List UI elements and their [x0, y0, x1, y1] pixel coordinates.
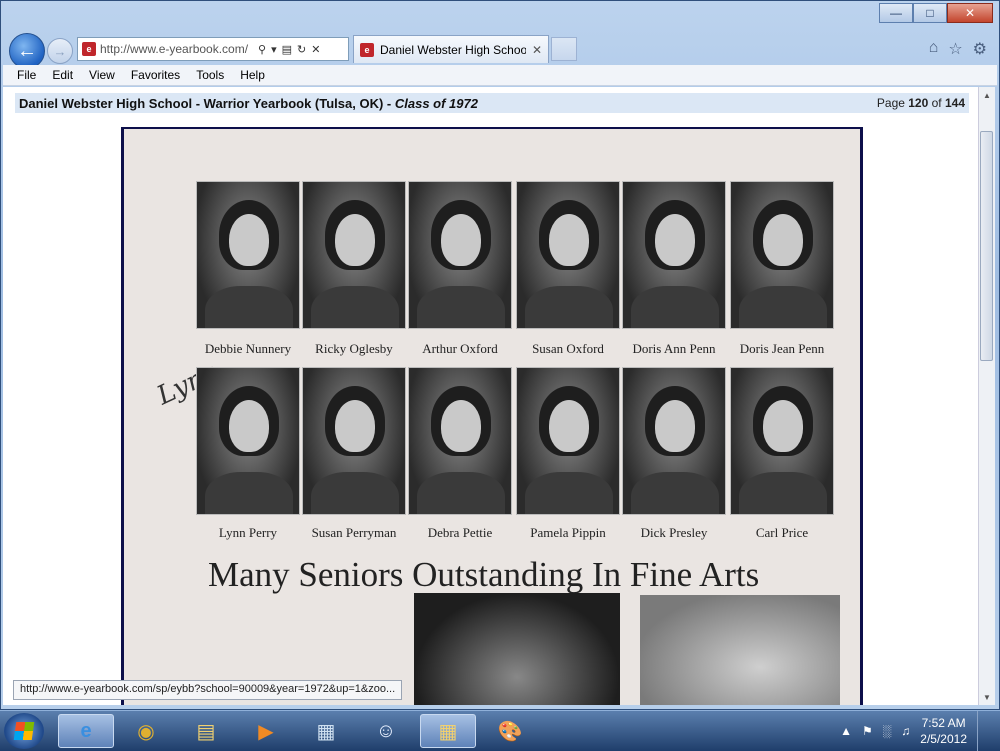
page-title: Daniel Webster High School - Warrior Yea…: [19, 96, 478, 111]
stop-icon[interactable]: ✕: [311, 43, 320, 56]
favorites-star-icon[interactable]: ☆: [948, 39, 962, 59]
yearbook-title: Daniel Webster High School - Warrior Yea…: [19, 95, 395, 111]
page-total: 144: [944, 96, 965, 110]
volume-icon[interactable]: ♫: [901, 724, 910, 738]
menu-bar: File Edit View Favorites Tools Help: [3, 65, 997, 86]
student-name: Carl Price: [755, 525, 809, 540]
page-current: 120: [908, 96, 929, 110]
menu-view[interactable]: View: [89, 68, 115, 82]
media-player-taskbar-button[interactable]: ▶: [238, 714, 294, 748]
portrait-photo: [730, 367, 834, 515]
menu-favorites[interactable]: Favorites: [131, 68, 180, 82]
section-headline: Many Seniors Outstanding In Fine Arts: [208, 555, 760, 594]
menu-file[interactable]: File: [17, 68, 36, 82]
show-hidden-icons-icon[interactable]: ▲: [840, 724, 852, 738]
browser-window: — □ ✕ ← → e http://www.e-yearbook.com/ ⚲…: [0, 0, 1000, 710]
new-tab-button[interactable]: [551, 37, 577, 61]
show-desktop-button[interactable]: [977, 711, 990, 751]
arrow-right-icon: →: [53, 43, 67, 59]
page-content: Daniel Webster High School - Warrior Yea…: [3, 87, 979, 705]
scrollbar-thumb[interactable]: [980, 131, 993, 361]
address-bar[interactable]: e http://www.e-yearbook.com/ ⚲ ▾ ▤ ↻ ✕: [77, 37, 349, 61]
menu-help[interactable]: Help: [240, 68, 265, 82]
close-window-button[interactable]: ✕: [947, 3, 993, 23]
portrait-photo: [622, 367, 726, 515]
chrome-taskbar-button[interactable]: ◉: [118, 714, 174, 748]
tab-title: Daniel Webster High Schoo...: [380, 42, 526, 57]
tab-active[interactable]: e Daniel Webster High Schoo... ✕: [353, 35, 549, 63]
class-label: Class of 1972: [394, 95, 478, 111]
portrait-photo: [408, 367, 512, 515]
address-input[interactable]: http://www.e-yearbook.com/: [100, 42, 252, 56]
trumpet-player-photo: [640, 595, 840, 705]
navigation-bar: ← → e http://www.e-yearbook.com/ ⚲ ▾ ▤ ↻…: [9, 33, 991, 69]
clock[interactable]: 7:52 AM 2/5/2012: [920, 715, 967, 747]
home-icon[interactable]: ⌂: [929, 39, 939, 59]
site-favicon-icon: e: [82, 42, 96, 56]
vertical-scrollbar[interactable]: ▲ ▼: [978, 87, 995, 705]
start-button[interactable]: [4, 713, 44, 749]
page-indicator: Page 120 of 144: [877, 96, 965, 110]
window-controls: — □ ✕: [879, 3, 993, 23]
file-explorer-icon: ▦: [438, 720, 458, 743]
search-icon[interactable]: ⚲: [258, 43, 266, 56]
calculator-icon: ▦: [316, 720, 336, 743]
folder-icon: ▤: [196, 720, 216, 743]
menu-tools[interactable]: Tools: [196, 68, 224, 82]
address-icons: ⚲ ▾ ▤ ↻ ✕: [258, 43, 320, 56]
scroll-down-icon[interactable]: ▼: [979, 689, 995, 705]
portrait-photo: [196, 367, 300, 515]
portrait-photo: [408, 181, 512, 329]
refresh-icon[interactable]: ↻: [297, 43, 306, 56]
tab-favicon-icon: e: [360, 42, 374, 57]
forward-button[interactable]: →: [47, 38, 73, 64]
status-bar-url: http://www.e-yearbook.com/sp/eybb?school…: [13, 680, 403, 700]
page-prefix: Page: [876, 96, 909, 110]
portrait-photo: [516, 367, 620, 515]
scroll-up-icon[interactable]: ▲: [979, 87, 995, 103]
action-center-flag-icon[interactable]: ⚑: [862, 724, 873, 738]
portrait-photo: [196, 181, 300, 329]
internet-explorer-taskbar-button[interactable]: e: [58, 714, 114, 748]
paint-taskbar-button[interactable]: 🎨: [482, 714, 538, 748]
arrow-left-icon: ←: [17, 39, 37, 62]
calculator-taskbar-button[interactable]: ▦: [298, 714, 354, 748]
back-button[interactable]: ←: [9, 33, 45, 69]
media-player-icon: ▶: [258, 720, 274, 743]
portrait-photo: [302, 367, 406, 515]
taskbar: e ◉ ▤ ▶ ▦ ☺ ▦ 🎨 ▲ ⚑ ░ ♫ 7:52 AM 2/5/2012: [0, 710, 1000, 751]
messenger-icon: ☺: [375, 719, 397, 742]
yearbook-header: Daniel Webster High School - Warrior Yea…: [15, 93, 969, 113]
minimize-button[interactable]: —: [879, 3, 913, 23]
explorer-taskbar-button[interactable]: ▦: [420, 714, 476, 748]
chrome-icon: ◉: [137, 720, 155, 743]
compatibility-view-icon[interactable]: ▤: [282, 43, 292, 56]
page-of: of: [928, 96, 945, 110]
folder-taskbar-button[interactable]: ▤: [178, 714, 234, 748]
portrait-photo: [302, 181, 406, 329]
menu-edit[interactable]: Edit: [52, 68, 73, 82]
network-signal-icon[interactable]: ░: [883, 724, 892, 738]
toolbar-icons: ⌂ ☆ ⚙: [929, 39, 987, 59]
paint-icon: 🎨: [497, 720, 523, 743]
messenger-taskbar-button[interactable]: ☺: [358, 714, 414, 748]
system-tray: ▲ ⚑ ░ ♫ 7:52 AM 2/5/2012: [840, 711, 1000, 751]
maximize-button[interactable]: □: [913, 3, 947, 23]
yearbook-page-scan[interactable]: Debbie Nunnery Ricky Oglesby Arthur Oxfo…: [121, 127, 863, 705]
settings-gear-icon[interactable]: ⚙: [973, 39, 987, 59]
tab-close-icon[interactable]: ✕: [532, 43, 542, 57]
windows-logo-icon: [13, 722, 35, 740]
portrait-photo: [622, 181, 726, 329]
dropdown-icon[interactable]: ▾: [271, 43, 277, 56]
portrait-photo: [730, 181, 834, 329]
student-name: Doris Jean Penn: [739, 341, 825, 356]
clock-time: 7:52 AM: [921, 716, 966, 730]
dancer-photo: [414, 593, 620, 705]
portrait-photo: [516, 181, 620, 329]
internet-explorer-icon: e: [80, 719, 92, 742]
clock-date: 2/5/2012: [920, 732, 967, 746]
